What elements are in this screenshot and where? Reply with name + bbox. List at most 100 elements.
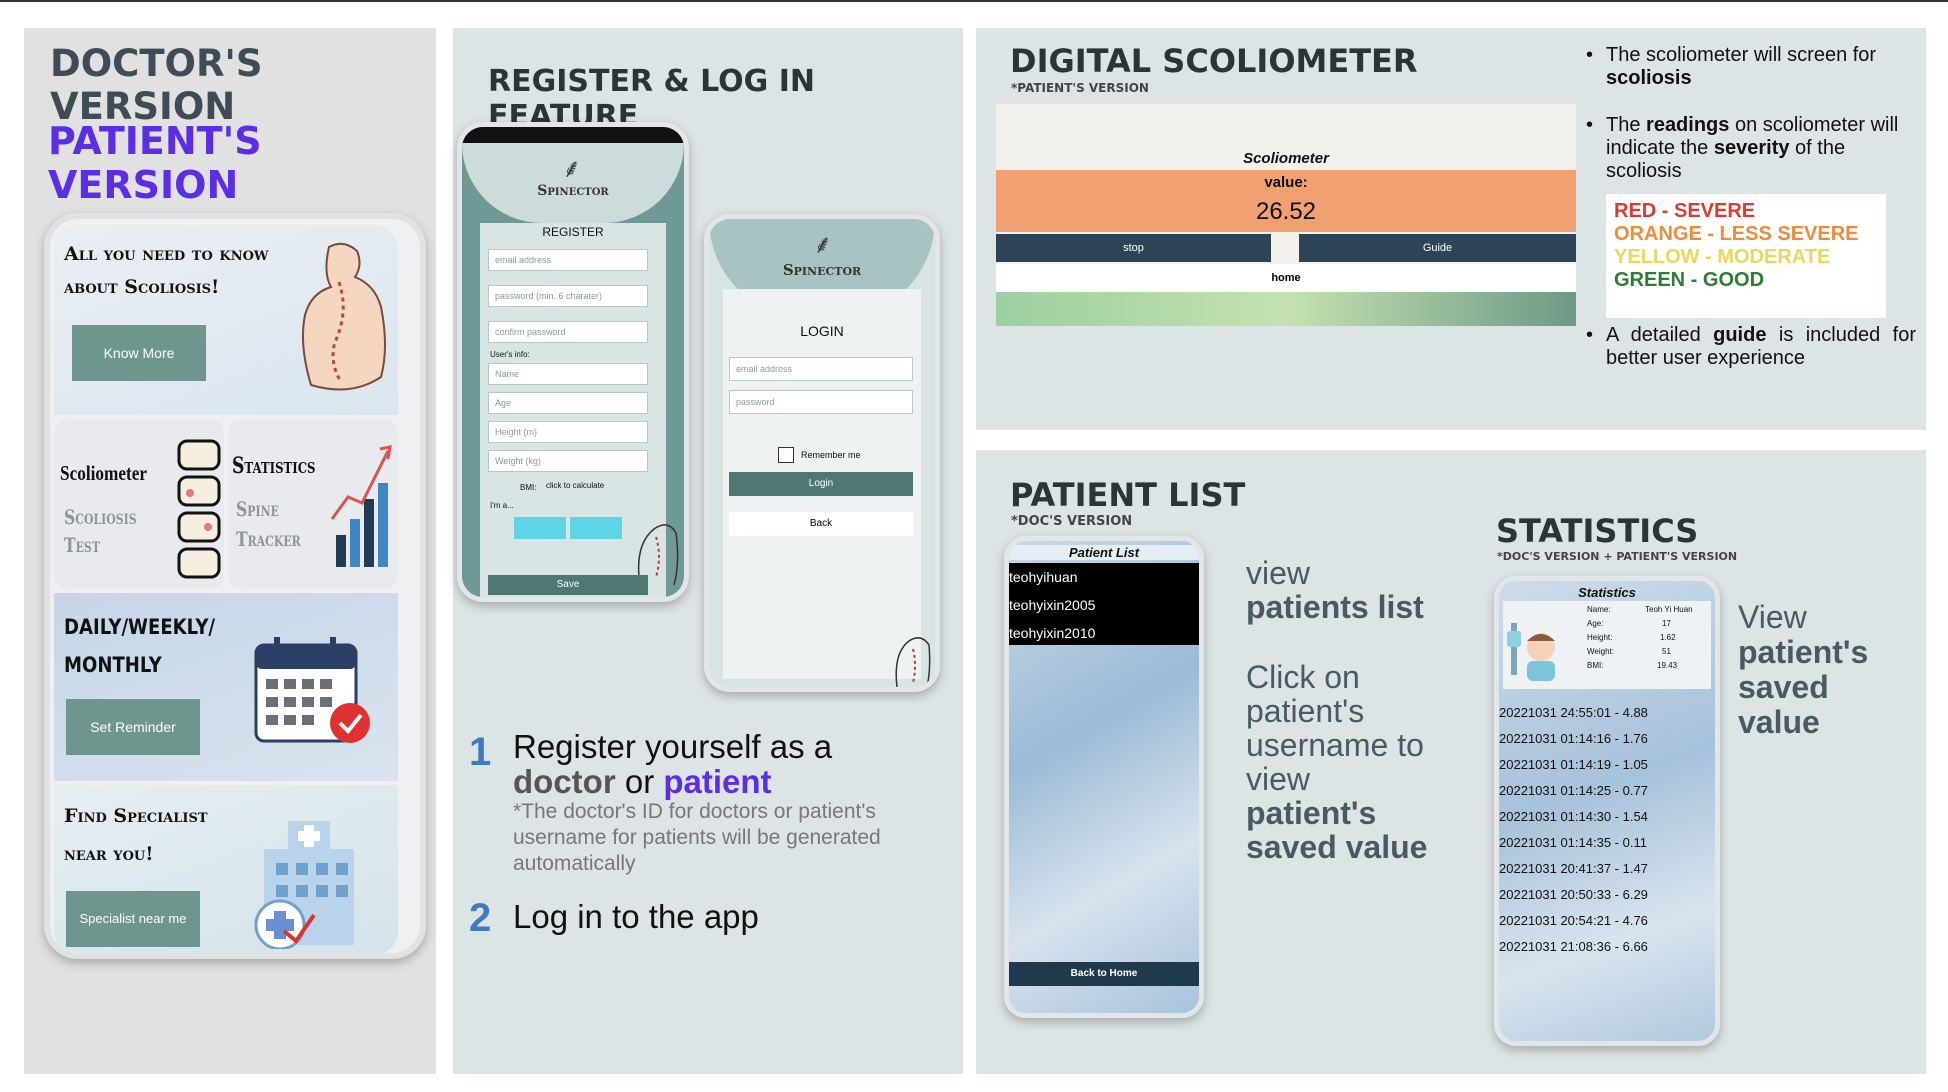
step2-number: 2: [469, 896, 492, 940]
info-age-value: 17: [1662, 619, 1671, 628]
reg-age-input[interactable]: Age: [488, 392, 648, 414]
login-button[interactable]: Login: [729, 472, 913, 496]
info-height-value: 1.62: [1660, 633, 1676, 642]
patient-row[interactable]: teohyixin2010: [1009, 625, 1095, 641]
record-row: 20221031 01:14:30 - 1.54: [1499, 809, 1648, 824]
login-back-button[interactable]: Back: [729, 512, 913, 536]
patient-list-subtitle: *DOC'S VERSION: [1011, 514, 1133, 529]
legend-orange: ORANGE - LESS SEVERE: [1614, 223, 1859, 245]
step1-doctor: doctor: [513, 763, 616, 800]
reg-height-input[interactable]: Height (m): [488, 421, 648, 443]
specialist-card: Find Specialist near you! Specialist nea…: [54, 785, 398, 953]
stat-desc-saved: patient's saved value: [1738, 634, 1869, 740]
statistics-phone: Statistics Name: Teoh Yi Huan Age: 17 He…: [1494, 576, 1720, 1046]
back-to-home-button[interactable]: Back to Home: [1009, 962, 1199, 986]
info-weight-label: Weight:: [1587, 647, 1614, 656]
spine-logo-icon: ⸙: [562, 154, 582, 184]
remember-me-label: Remember me: [801, 450, 861, 460]
reg-im-label: I'm a...: [490, 501, 514, 510]
back-spine-icon: [302, 242, 386, 391]
statistics-card[interactable]: Statistics Spine Tracker: [228, 419, 398, 589]
card2-sub2: Test: [64, 533, 100, 557]
step1-line1: Register yourself as a: [513, 728, 833, 765]
value-label: value:: [1264, 174, 1308, 191]
reg-doctor-toggle[interactable]: [514, 517, 566, 539]
legend-green: GREEN - GOOD: [1614, 269, 1765, 291]
patient-list-phone: Patient List teohyihuan teohyixin2005 te…: [1004, 536, 1204, 1018]
patient-list-desc2: Click on patient's username to view pati…: [1246, 660, 1446, 864]
step1-patient: patient: [663, 763, 772, 800]
login-phone: ⸙ Spinector LOGIN email address password…: [704, 214, 940, 692]
doctor-version-title: DOCTOR'S VERSION: [50, 42, 263, 128]
login-email-input[interactable]: email address: [729, 357, 913, 381]
record-row: 20221031 01:14:25 - 0.77: [1499, 783, 1648, 798]
step2-text: Log in to the app: [513, 898, 759, 935]
statistics-title: STATISTICS: [1496, 512, 1699, 550]
info-name-value: Teoh Yi Huan: [1645, 605, 1693, 614]
bullet3: • A detailed guide is included for better…: [1586, 324, 1916, 369]
statistics-header: Statistics: [1578, 585, 1636, 600]
desc2-text-a: Click on patient's username to view: [1246, 659, 1424, 797]
patient-row[interactable]: teohyixin2005: [1009, 597, 1095, 613]
severity-legend: RED - SEVERE ORANGE - LESS SEVERE YELLOW…: [1606, 194, 1886, 318]
reminder-card: DAILY/WEEKLY/ MONTHLY Set Reminder: [54, 593, 398, 781]
reg-confirm-input[interactable]: confirm password: [488, 321, 648, 343]
card1-title-line1: All you need to know: [64, 243, 269, 265]
patient-version-title: PATIENT'S VERSION: [48, 119, 262, 207]
record-row: 20221031 21:08:36 - 6.66: [1499, 939, 1648, 954]
reg-userinfo-label: User's info:: [490, 350, 530, 359]
remember-me-checkbox[interactable]: [778, 447, 794, 463]
login-back-sketch-icon: [895, 637, 931, 687]
know-more-button[interactable]: Know More: [72, 325, 206, 381]
login-password-input[interactable]: password: [729, 390, 913, 414]
card3-title: Statistics: [232, 453, 316, 479]
patient-statistics-panel: PATIENT LIST *DOC'S VERSION Patient List…: [976, 450, 1926, 1074]
bullet2-text-a: The: [1606, 114, 1647, 136]
info-height-label: Height:: [1587, 633, 1613, 642]
scoliometer-screen-title: Scoliometer: [1243, 150, 1329, 167]
home-button[interactable]: home: [996, 264, 1576, 292]
card4-title-line1: DAILY/WEEKLY/: [64, 615, 216, 639]
bullet3-text-a: A detailed: [1606, 324, 1714, 346]
info-bmi-label: BMI:: [1587, 661, 1604, 670]
reg-patient-toggle[interactable]: [570, 517, 622, 539]
record-row: 20221031 20:41:37 - 1.47: [1499, 861, 1648, 876]
bullet2-text-d: severity: [1713, 137, 1790, 159]
info-name-label: Name:: [1587, 605, 1611, 614]
card2-sub1: Scoliosis: [64, 505, 137, 529]
reg-bmi-calc[interactable]: click to calculate: [546, 481, 604, 490]
hospital-icon: [254, 821, 354, 949]
step1-or: or: [615, 763, 664, 800]
reg-email-input[interactable]: email address: [488, 249, 648, 271]
specialist-near-me-button[interactable]: Specialist near me: [66, 891, 200, 947]
bar-chart-icon: [330, 445, 392, 567]
reg-save-button[interactable]: Save: [488, 575, 648, 595]
reg-password-input[interactable]: password (min. 6 charater): [488, 285, 648, 307]
info-age-label: Age:: [1587, 619, 1604, 628]
bullet2-text-b: readings: [1646, 114, 1730, 136]
record-row: 20221031 01:14:16 - 1.76: [1499, 731, 1648, 746]
register-login-panel: REGISTER & LOG IN FEATURE ⸙ Spinector RE…: [453, 28, 963, 1074]
scoliosis-info-card: All you need to know about Scoliosis! Kn…: [54, 225, 398, 415]
stop-button[interactable]: stop: [996, 234, 1271, 262]
record-row: 20221031 20:54:21 - 4.76: [1499, 913, 1648, 928]
reg-name-input[interactable]: Name: [488, 363, 648, 385]
patient-list-desc1: view patients list: [1246, 556, 1456, 624]
legend-red: RED - SEVERE: [1614, 200, 1756, 222]
reg-weight-input[interactable]: Weight (kg): [488, 450, 648, 472]
bullet3-text-b: guide: [1713, 324, 1767, 346]
register-brand: Spinector: [537, 183, 609, 199]
scoliometer-card[interactable]: Scoliometer Scoliosis Test: [54, 419, 224, 589]
card5-title-line1: Find Specialist: [64, 805, 208, 827]
scoliometer-value: 26.52: [1255, 198, 1317, 225]
step1-number: 1: [469, 730, 492, 774]
card1-title-line2: about Scoliosis!: [64, 276, 220, 298]
card4-title-line2: MONTHLY: [64, 653, 162, 677]
register-heading: REGISTER: [542, 225, 604, 239]
set-reminder-button[interactable]: Set Reminder: [66, 699, 200, 755]
guide-button[interactable]: Guide: [1299, 234, 1576, 262]
card3-sub1: Spine: [236, 497, 279, 521]
top-border: [0, 0, 1948, 2]
scoliometer-screen: Scoliometer value: 26.52 stop Guide home: [996, 104, 1576, 326]
patient-row[interactable]: teohyihuan: [1009, 569, 1078, 585]
